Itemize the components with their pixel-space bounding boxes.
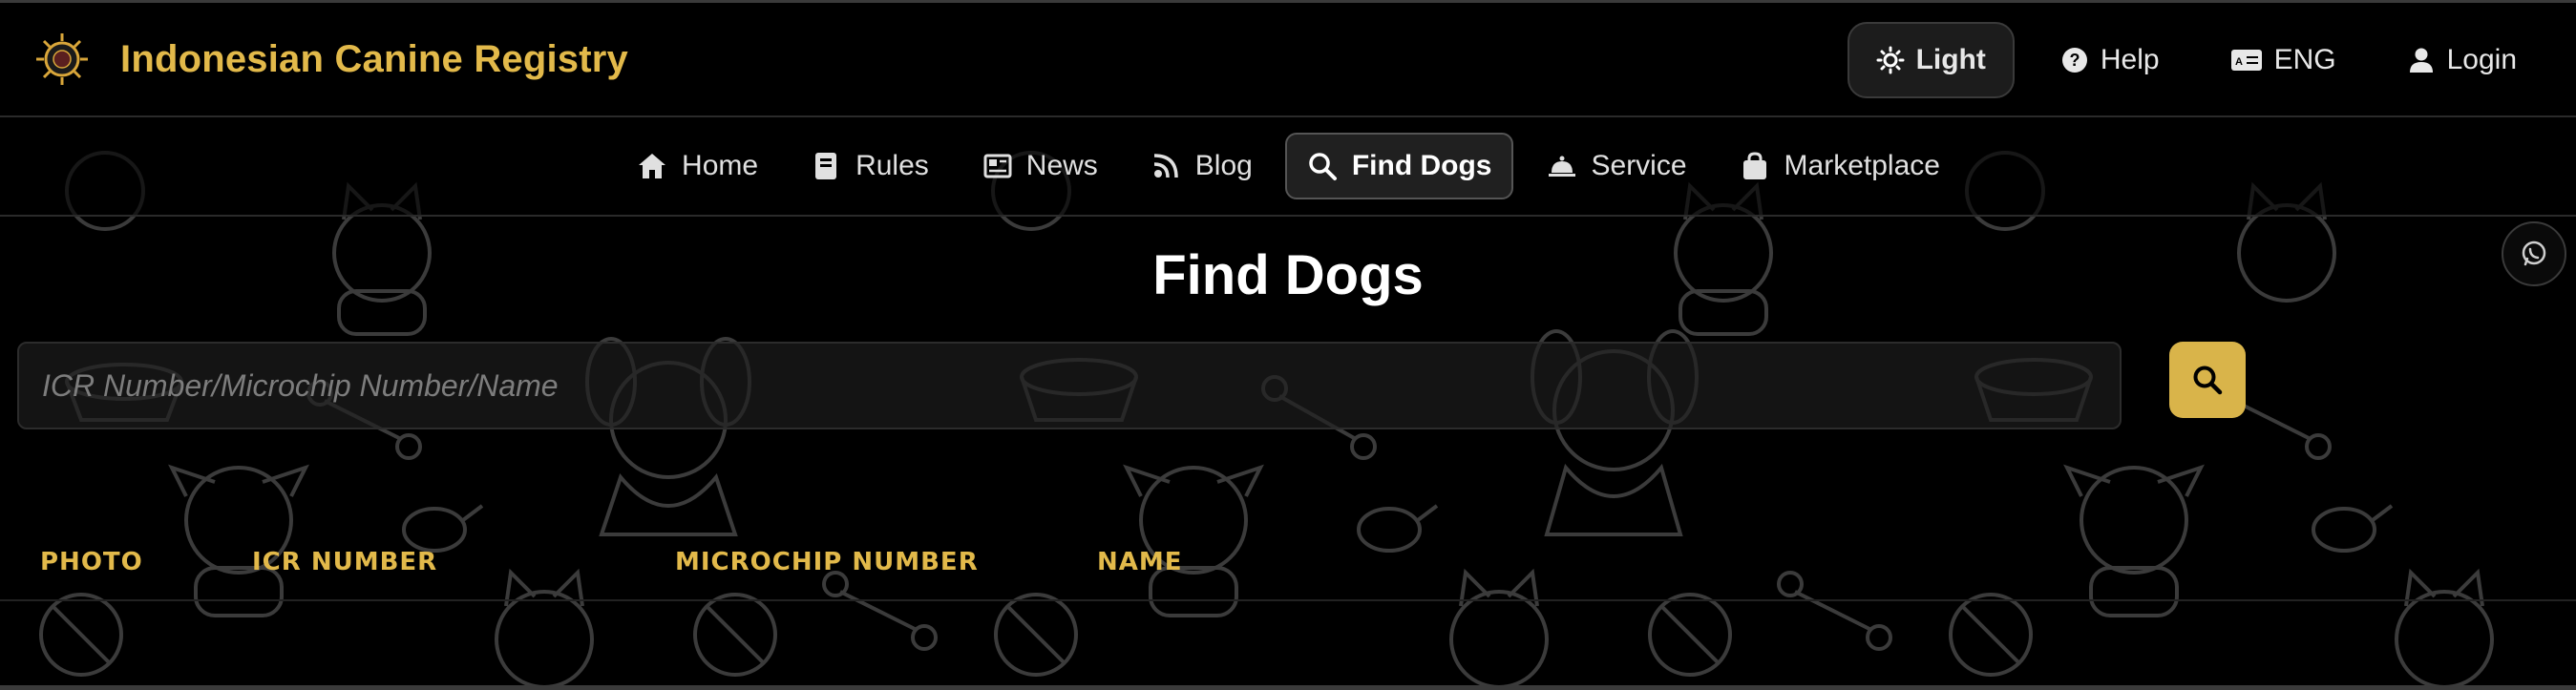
ball-doodle-4	[1648, 593, 1732, 677]
shopping-bag-icon	[1742, 152, 1766, 179]
nav-item-label: Find Dogs	[1351, 150, 1492, 181]
ball-doodle-2	[693, 593, 777, 677]
sun-logo-icon	[36, 33, 88, 85]
user-icon	[2409, 48, 2433, 73]
main-nav: Home Rules News Blog Find Dogs Service M…	[0, 117, 2576, 217]
language-card-icon: A	[2230, 50, 2262, 71]
nav-item-rules[interactable]: Rules	[791, 135, 948, 198]
whatsapp-icon	[2522, 240, 2546, 266]
ball-doodle-3	[994, 593, 1078, 677]
feed-icon	[1153, 154, 1178, 178]
theme-toggle-label: Light	[1915, 44, 1986, 75]
brand[interactable]: Indonesian Canine Registry	[34, 31, 628, 87]
svg-text:?: ?	[2069, 51, 2080, 70]
column-header-photo[interactable]: PHOTO	[40, 548, 143, 576]
svg-text:A: A	[2235, 56, 2243, 68]
whatsapp-button[interactable]	[2502, 221, 2566, 286]
language-label: ENG	[2273, 44, 2336, 75]
ball-doodle-5	[1949, 593, 2033, 677]
window-bottom-border	[0, 685, 2576, 690]
top-actions: Light ? Help A ENG Login	[1847, 22, 2542, 98]
sun-icon	[1876, 46, 1905, 74]
nav-item-news[interactable]: News	[961, 135, 1117, 198]
search-button[interactable]	[2169, 342, 2246, 418]
language-button[interactable]: A ENG	[2206, 24, 2361, 96]
search-icon	[2193, 366, 2223, 395]
search-input[interactable]	[17, 342, 2122, 429]
help-label: Help	[2100, 44, 2160, 75]
nav-item-label: News	[1025, 150, 1098, 181]
nav-item-label: Blog	[1194, 150, 1253, 181]
nav-item-service[interactable]: Service	[1527, 135, 1706, 198]
ball-doodle-1	[39, 593, 123, 677]
theme-toggle-button[interactable]: Light	[1847, 22, 2015, 98]
top-header: Indonesian Canine Registry Light ? Help	[0, 3, 2576, 117]
question-circle-icon: ?	[2061, 48, 2087, 73]
column-header-microchip-number[interactable]: MICROCHIP NUMBER	[675, 548, 979, 576]
newspaper-icon	[983, 154, 1012, 178]
page-title: Find Dogs	[1152, 244, 1424, 306]
login-button[interactable]: Login	[2382, 24, 2542, 96]
nav-item-label: Marketplace	[1784, 150, 1940, 181]
results-table-header: PHOTO ICR NUMBER MICROCHIP NUMBER NAME	[0, 542, 2576, 601]
help-button[interactable]: ? Help	[2036, 24, 2185, 96]
home-icon	[639, 154, 666, 178]
nav-item-label: Rules	[855, 150, 929, 181]
nav-item-label: Service	[1591, 150, 1687, 181]
book-icon	[815, 153, 837, 179]
nav-item-home[interactable]: Home	[617, 135, 777, 198]
nav-item-label: Home	[682, 150, 759, 181]
bell-icon	[1548, 156, 1575, 177]
column-header-icr-number[interactable]: ICR NUMBER	[252, 548, 437, 576]
nav-item-marketplace[interactable]: Marketplace	[1720, 135, 1959, 198]
login-label: Login	[2446, 44, 2517, 75]
search-icon	[1309, 153, 1337, 180]
nav-item-find-dogs[interactable]: Find Dogs	[1284, 133, 1513, 199]
brand-name: Indonesian Canine Registry	[120, 37, 628, 80]
nav-item-blog[interactable]: Blog	[1130, 135, 1272, 198]
column-header-name[interactable]: NAME	[1097, 548, 1183, 576]
